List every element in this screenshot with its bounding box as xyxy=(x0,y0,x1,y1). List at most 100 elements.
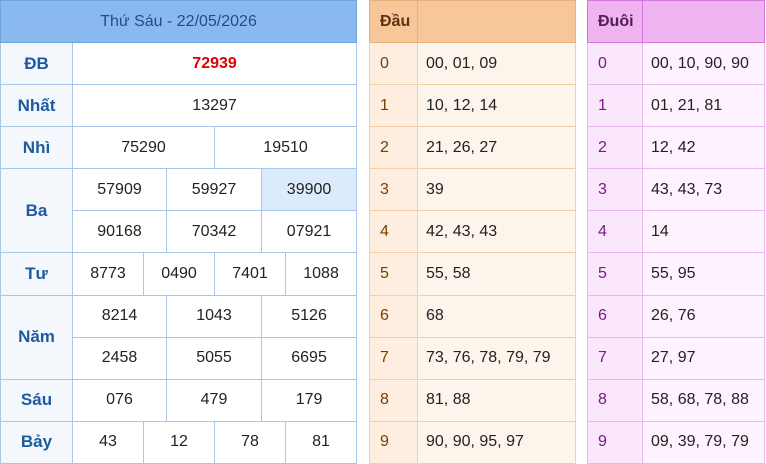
dau-numbers: 39 xyxy=(417,168,576,212)
prize-value: 07921 xyxy=(260,210,358,254)
dau-numbers: 68 xyxy=(417,294,576,338)
dau-digit: 8 xyxy=(369,378,418,422)
dau-row: 6 68 xyxy=(369,294,576,338)
duoi-row: 2 12, 42 xyxy=(587,126,765,170)
prize-value: 70342 xyxy=(166,210,262,254)
duoi-numbers: 43, 43, 73 xyxy=(642,168,765,212)
dau-row: 4 42, 43, 43 xyxy=(369,210,576,254)
prize-value: 7401 xyxy=(214,252,286,296)
prize-value: 59927 xyxy=(166,168,262,212)
prize-value: 78 xyxy=(214,420,286,464)
prize-value: 179 xyxy=(260,378,358,422)
dau-numbers: 21, 26, 27 xyxy=(417,126,576,170)
prize-label-sau: Sáu xyxy=(0,378,73,422)
duoi-digit: 5 xyxy=(587,252,643,296)
prize-value: 75290 xyxy=(72,126,215,170)
prize-value: 8214 xyxy=(72,294,167,338)
prize-value: 12 xyxy=(143,420,215,464)
dau-digit: 5 xyxy=(369,252,418,296)
dau-row: 8 81, 88 xyxy=(369,378,576,422)
prize-value: 5126 xyxy=(260,294,358,338)
duoi-numbers: 00, 10, 90, 90 xyxy=(642,42,765,86)
prize-row-sau: Sáu 076 479 179 xyxy=(0,378,358,422)
prize-value: 81 xyxy=(284,420,358,464)
dau-digit: 1 xyxy=(369,84,418,128)
prize-value: 43 xyxy=(72,420,144,464)
dau-digit: 7 xyxy=(369,336,418,380)
dau-numbers: 90, 90, 95, 97 xyxy=(417,420,576,464)
dau-digit: 0 xyxy=(369,42,418,86)
dau-digit: 3 xyxy=(369,168,418,212)
prize-label-nhat: Nhất xyxy=(0,84,73,128)
dau-numbers: 55, 58 xyxy=(417,252,576,296)
dau-row: 9 90, 90, 95, 97 xyxy=(369,420,576,464)
duoi-row: 6 26, 76 xyxy=(587,294,765,338)
prize-value: 1088 xyxy=(284,252,358,296)
dau-header: Đầu xyxy=(369,0,418,44)
duoi-numbers: 27, 97 xyxy=(642,336,765,380)
dau-numbers: 42, 43, 43 xyxy=(417,210,576,254)
duoi-row: 4 14 xyxy=(587,210,765,254)
duoi-numbers: 12, 42 xyxy=(642,126,765,170)
prize-value: 8773 xyxy=(72,252,144,296)
prize-value: 0490 xyxy=(143,252,215,296)
dau-digit: 2 xyxy=(369,126,418,170)
duoi-row: 9 09, 39, 79, 79 xyxy=(587,420,765,464)
duoi-row: 7 27, 97 xyxy=(587,336,765,380)
dau-numbers: 00, 01, 09 xyxy=(417,42,576,86)
prize-value: 13297 xyxy=(71,84,358,128)
duoi-row: 0 00, 10, 90, 90 xyxy=(587,42,765,86)
prize-value-highlighted: 39900 xyxy=(260,168,358,212)
prize-label-ba: Ba xyxy=(0,168,73,254)
duoi-numbers: 58, 68, 78, 88 xyxy=(642,378,765,422)
duoi-digit: 8 xyxy=(587,378,643,422)
prize-value: 57909 xyxy=(72,168,167,212)
duoi-digit: 7 xyxy=(587,336,643,380)
duoi-numbers: 26, 76 xyxy=(642,294,765,338)
duoi-row: 3 43, 43, 73 xyxy=(587,168,765,212)
prize-row-nhat: Nhất 13297 xyxy=(0,84,358,128)
prize-value: 076 xyxy=(72,378,167,422)
duoi-digit: 0 xyxy=(587,42,643,86)
dau-row: 7 73, 76, 78, 79, 79 xyxy=(369,336,576,380)
dau-row: 5 55, 58 xyxy=(369,252,576,296)
duoi-digit: 6 xyxy=(587,294,643,338)
dau-table: Đầu 0 00, 01, 09 1 10, 12, 14 2 21, 26, 27 … xyxy=(369,0,576,464)
prize-label-tu: Tư xyxy=(0,252,73,296)
prize-value: 2458 xyxy=(72,336,167,380)
prize-label-nhi: Nhì xyxy=(0,126,73,170)
prize-value: 479 xyxy=(166,378,262,422)
duoi-header: Đuôi xyxy=(587,0,643,44)
duoi-numbers: 14 xyxy=(642,210,765,254)
dau-row: 1 10, 12, 14 xyxy=(369,84,576,128)
duoi-row: 1 01, 21, 81 xyxy=(587,84,765,128)
duoi-header-blank xyxy=(642,0,765,44)
dau-row: 3 39 xyxy=(369,168,576,212)
duoi-digit: 9 xyxy=(587,420,643,464)
duoi-digit: 1 xyxy=(587,84,643,128)
dau-digit: 6 xyxy=(369,294,418,338)
dau-row: 0 00, 01, 09 xyxy=(369,42,576,86)
prize-value: 5055 xyxy=(166,336,262,380)
duoi-digit: 3 xyxy=(587,168,643,212)
prize-row-bay: Bảy 43 12 78 81 xyxy=(0,420,358,464)
prize-row-tu: Tư 8773 0490 7401 1088 xyxy=(0,252,358,296)
dau-digit: 9 xyxy=(369,420,418,464)
prize-value: 1043 xyxy=(166,294,262,338)
lottery-results-table: Thứ Sáu - 22/05/2026 ĐB 72939 Nhất 13297… xyxy=(0,0,358,464)
dau-numbers: 81, 88 xyxy=(417,378,576,422)
duoi-row: 8 58, 68, 78, 88 xyxy=(587,378,765,422)
prize-label-db: ĐB xyxy=(0,42,73,86)
prize-value: 19510 xyxy=(213,126,358,170)
dau-numbers: 73, 76, 78, 79, 79 xyxy=(417,336,576,380)
prize-value: 6695 xyxy=(260,336,358,380)
duoi-numbers: 55, 95 xyxy=(642,252,765,296)
dau-row: 2 21, 26, 27 xyxy=(369,126,576,170)
results-date-header: Thứ Sáu - 22/05/2026 xyxy=(0,0,358,44)
prize-row-nam-1: Năm 8214 1043 5126 xyxy=(0,294,358,380)
prize-row-ba-1: Ba 57909 59927 39900 xyxy=(0,168,358,254)
prize-row-nhi: Nhì 75290 19510 xyxy=(0,126,358,170)
dau-digit: 4 xyxy=(369,210,418,254)
duoi-numbers: 09, 39, 79, 79 xyxy=(642,420,765,464)
duoi-table: Đuôi 0 00, 10, 90, 90 1 01, 21, 81 2 12, 42… xyxy=(587,0,765,464)
